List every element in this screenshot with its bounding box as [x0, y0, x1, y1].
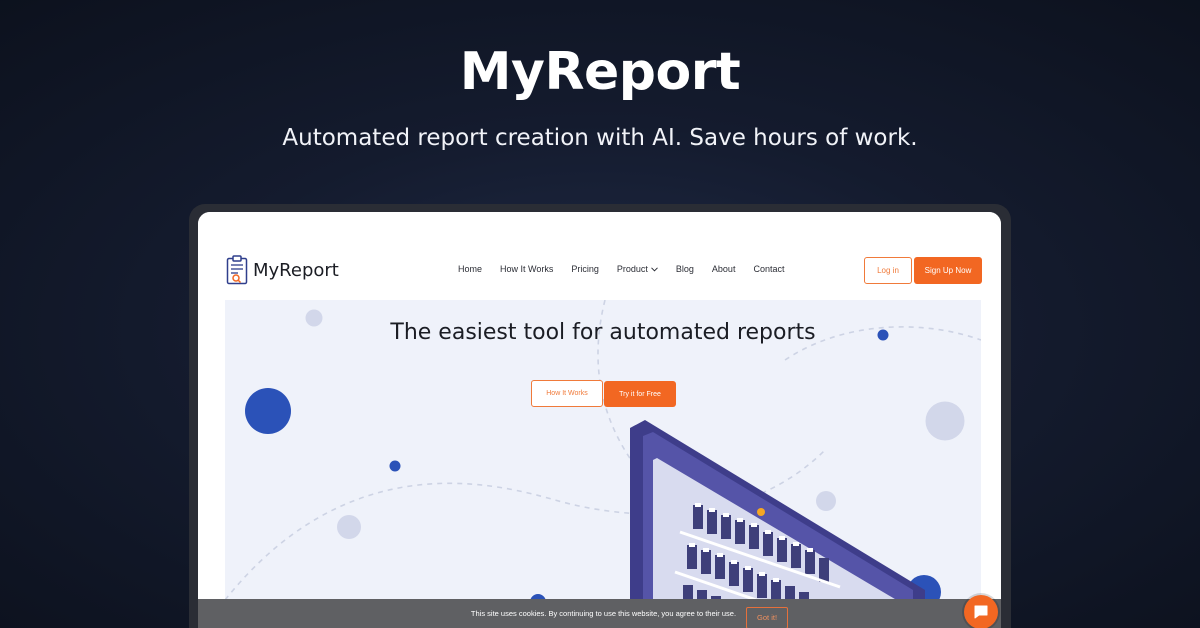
- nav-product[interactable]: Product: [617, 264, 658, 274]
- hero-section: The easiest tool for automated reports H…: [225, 300, 981, 628]
- nav-home[interactable]: Home: [458, 264, 482, 274]
- cookie-accept-button[interactable]: Got it!: [746, 606, 789, 628]
- cookie-text: This site uses cookies. By continuing to…: [470, 609, 737, 618]
- nav-how-it-works[interactable]: How It Works: [500, 264, 553, 274]
- site-logo[interactable]: MyReport: [226, 255, 339, 285]
- background-decoration: [225, 300, 981, 628]
- nav-product-label: Product: [616, 264, 648, 274]
- how-it-works-button[interactable]: How It Works: [531, 380, 603, 407]
- logo-text: MyReport: [253, 259, 339, 281]
- monitor-illustration: [630, 420, 925, 628]
- clipboard-report-icon: [226, 255, 248, 285]
- chat-button[interactable]: [964, 595, 998, 628]
- login-button[interactable]: Log in: [864, 257, 912, 284]
- try-free-button[interactable]: Try it for Free: [604, 381, 676, 407]
- nav-contact[interactable]: Contact: [753, 264, 784, 274]
- main-menu: Home How It Works Pricing Product Blog A…: [458, 264, 802, 274]
- nav-about[interactable]: About: [712, 264, 736, 274]
- chat-bubble-icon: [974, 605, 988, 619]
- nav-pricing[interactable]: Pricing: [571, 264, 599, 274]
- chevron-down-icon: [651, 266, 658, 272]
- hero-title: MyReport: [459, 42, 741, 102]
- cookie-banner: This site uses cookies. By continuing to…: [198, 599, 1001, 628]
- hero-headline: The easiest tool for automated reports: [390, 320, 816, 345]
- website-screenshot: MyReport Home How It Works Pricing Produ…: [198, 212, 1001, 628]
- signup-button[interactable]: Sign Up Now: [914, 257, 982, 284]
- site-navbar: MyReport Home How It Works Pricing Produ…: [198, 212, 1001, 300]
- nav-blog[interactable]: Blog: [676, 264, 694, 274]
- hero-subtitle: Automated report creation with AI. Save …: [282, 125, 918, 151]
